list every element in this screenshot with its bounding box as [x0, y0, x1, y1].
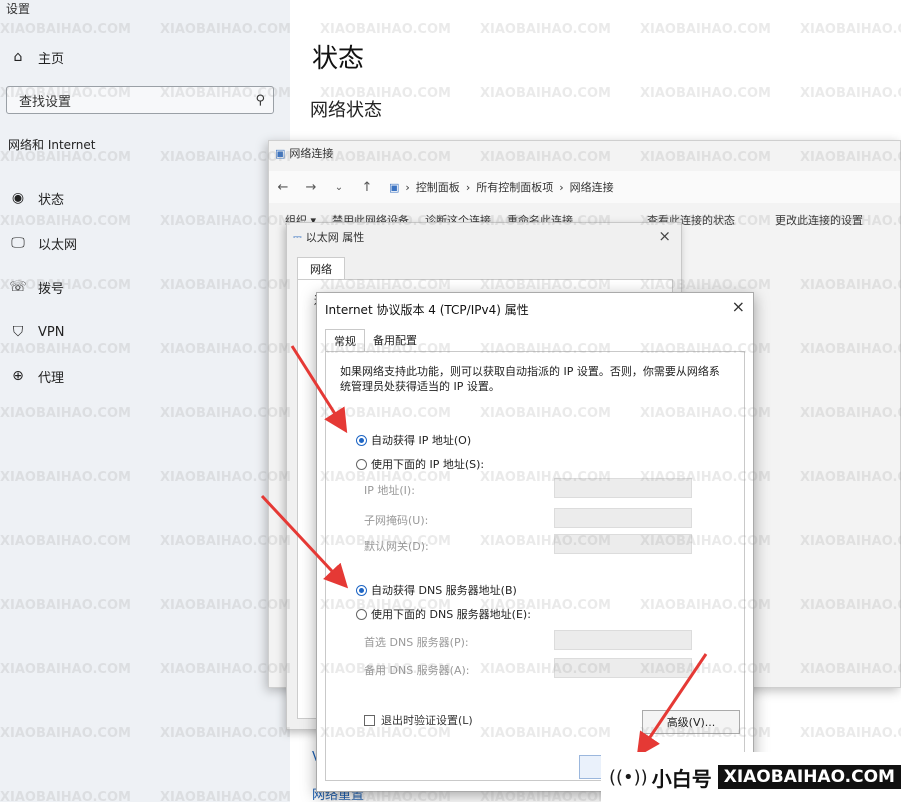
chevron-down-icon[interactable]: ⌄ [325, 182, 353, 193]
page-title: 状态 [312, 44, 365, 74]
shield-icon: ⛉ [12, 324, 24, 340]
network-status-title: 网络状态 [310, 100, 382, 121]
sidebar-item-label: 以太网 [38, 237, 78, 253]
cmd-change-settings[interactable]: 更改此连接的设置 [775, 212, 863, 228]
back-icon[interactable]: ← [269, 180, 297, 195]
breadcrumb: ▣ › 控制面板 › 所有控制面板项 › 网络连接 [389, 179, 614, 195]
breadcrumb-item[interactable]: 控制面板 [416, 179, 460, 195]
section-label: 网络和 Internet [8, 138, 96, 152]
search-icon: ⚲ [255, 92, 265, 108]
validate-checkbox-label: 退出时验证设置(L) [381, 714, 473, 727]
radio-auto-dns-label: 自动获得 DNS 服务器地址(B) [371, 584, 517, 597]
sidebar-item-label: 状态 [38, 192, 65, 208]
sidebar-item-status[interactable]: ◉ 状态 [8, 187, 64, 209]
monitor-icon: 🖵 [11, 235, 25, 251]
subnet-mask-field[interactable] [554, 508, 692, 528]
search-placeholder: 查找设置 [19, 94, 72, 110]
address-bar: ← → ⌄ ↑ ▣ › 控制面板 › 所有控制面板项 › 网络连接 [269, 171, 900, 203]
close-icon[interactable]: × [658, 227, 671, 245]
network-icon: ⎓ [293, 230, 302, 243]
sidebar-item-label: 代理 [38, 370, 65, 386]
close-icon[interactable]: × [732, 297, 745, 316]
search-input[interactable]: 查找设置 ⚲ [6, 86, 274, 114]
window-title-text: 网络连接 [289, 147, 334, 160]
phone-icon: ☏ [9, 279, 27, 295]
forward-icon[interactable]: → [297, 180, 325, 195]
tab-general[interactable]: 常规 [325, 329, 365, 351]
sidebar-item-dialup[interactable]: ☏ 拨号 [8, 276, 64, 298]
ip-address-field[interactable] [554, 478, 692, 498]
subnet-mask-label: 子网掩码(U): [364, 514, 429, 527]
nav-home[interactable]: ⌂ 主页 [8, 46, 64, 68]
checkbox[interactable] [364, 714, 375, 726]
dns2-field[interactable] [554, 658, 692, 678]
ip-address-label: IP 地址(I): [364, 484, 415, 497]
sidebar-item-label: VPN [38, 324, 65, 340]
eth-title-text: 以太网 属性 [305, 231, 365, 244]
nav-home-label: 主页 [38, 51, 65, 67]
globe-icon: ⊕ [12, 368, 24, 384]
tab-network[interactable]: 网络 [297, 257, 345, 279]
dialog-description: 如果网络支持此功能，则可以获取自动指派的 IP 设置。否则，你需要从网络系统管理… [340, 365, 720, 393]
brand-en: XIAOBAIHAO.COM [717, 765, 901, 789]
radio-button-checked[interactable] [356, 434, 367, 446]
breadcrumb-item[interactable]: 网络连接 [570, 179, 614, 195]
dns1-label: 首选 DNS 服务器(P): [364, 636, 469, 649]
dialog-panel: 如果网络支持此功能，则可以获取自动指派的 IP 设置。否则，你需要从网络系统管理… [325, 351, 745, 781]
sidebar-item-vpn[interactable]: ⛉ VPN [8, 321, 65, 343]
globe-icon: ◉ [11, 190, 25, 206]
dialog-tabs: 常规 备用配置 [325, 329, 425, 351]
dialog-title: Internet 协议版本 4 (TCP/IPv4) 属性 [325, 303, 529, 317]
brand-logo: ((•)) 小白号 XIAOBAIHAO.COM [601, 752, 901, 802]
ipv4-properties-dialog: Internet 协议版本 4 (TCP/IPv4) 属性 × 常规 备用配置 … [316, 292, 754, 792]
dns1-field[interactable] [554, 630, 692, 650]
validate-checkbox[interactable]: 退出时验证设置(L) [364, 712, 473, 728]
dns2-label: 备用 DNS 服务器(A): [364, 664, 470, 677]
advanced-button[interactable]: 高级(V)... [642, 710, 740, 734]
window-title: ▣ 网络连接 [275, 145, 333, 161]
radio-button-checked[interactable] [356, 584, 367, 596]
sidebar-item-ethernet[interactable]: 🖵 以太网 [8, 232, 77, 254]
gateway-label: 默认网关(D): [364, 540, 429, 553]
breadcrumb-item[interactable]: 所有控制面板项 [476, 179, 553, 195]
radio-button[interactable] [356, 458, 367, 470]
brand-cn: 小白号 [651, 766, 712, 791]
radio-button[interactable] [356, 608, 367, 620]
radio-manual-ip-label: 使用下面的 IP 地址(S): [371, 458, 485, 471]
radio-manual-dns-label: 使用下面的 DNS 服务器地址(E): [371, 608, 531, 621]
gateway-field[interactable] [554, 534, 692, 554]
radio-manual-dns[interactable]: 使用下面的 DNS 服务器地址(E): [356, 606, 531, 622]
control-panel-icon: ▣ [389, 180, 400, 194]
eth-title: ⎓ 以太网 属性 [293, 229, 364, 245]
radio-auto-ip[interactable]: 自动获得 IP 地址(O) [356, 432, 471, 448]
up-icon[interactable]: ↑ [353, 180, 381, 195]
radio-auto-ip-label: 自动获得 IP 地址(O) [371, 434, 472, 447]
home-icon: ⌂ [13, 49, 23, 65]
network-folder-icon: ▣ [275, 146, 286, 160]
settings-sidebar: 设置 ⌂ 主页 查找设置 ⚲ 网络和 Internet ◉ 状态 🖵 以太网 ☏… [0, 0, 290, 802]
sidebar-item-proxy[interactable]: ⊕ 代理 [8, 365, 64, 387]
sidebar-item-label: 拨号 [38, 281, 65, 297]
app-title: 设置 [6, 2, 31, 16]
radio-auto-dns[interactable]: 自动获得 DNS 服务器地址(B) [356, 582, 517, 598]
broadcast-icon: ((•)) [609, 766, 648, 788]
radio-manual-ip[interactable]: 使用下面的 IP 地址(S): [356, 456, 484, 472]
tab-alternate[interactable]: 备用配置 [365, 329, 425, 351]
